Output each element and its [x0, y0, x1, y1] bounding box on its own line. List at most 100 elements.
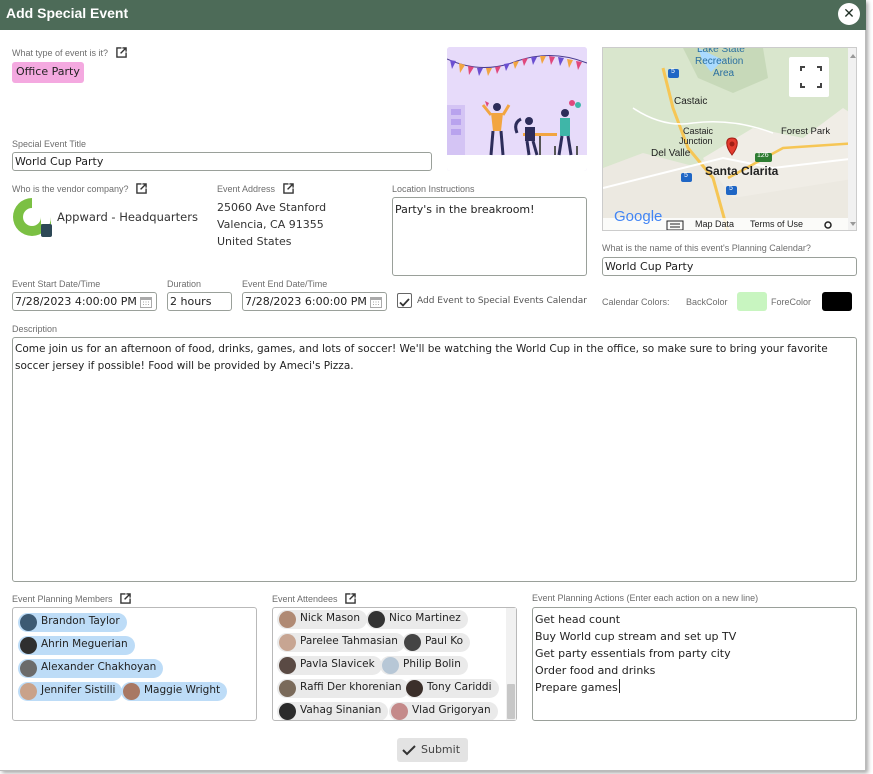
attendee-name: Tony Cariddi	[427, 681, 492, 693]
attendee-chip[interactable]: Philip Bolin	[380, 656, 468, 675]
attendee-chip[interactable]: Tony Cariddi	[404, 679, 499, 698]
attendee-name: Raffi Der khorenian	[300, 681, 402, 693]
attendee-name: Vahag Sinanian	[300, 704, 382, 716]
member-chip[interactable]: Ahrin Meguerian	[18, 636, 135, 655]
back-color-swatch[interactable]	[737, 292, 767, 311]
avatar	[20, 637, 37, 654]
add-to-calendar-checkbox[interactable]	[397, 293, 412, 308]
member-chip[interactable]: Brandon Taylor	[18, 613, 127, 632]
fore-color-swatch[interactable]	[822, 292, 852, 311]
map-label-castaic: Castaic	[674, 96, 708, 107]
attendee-chip[interactable]: Nico Martinez	[366, 610, 468, 629]
attendee-chip[interactable]: Vahag Sinanian	[277, 702, 389, 720]
address-line-3: United States	[217, 235, 292, 248]
avatar	[279, 634, 296, 651]
attendee-name: Nick Mason	[300, 612, 361, 624]
external-link-icon[interactable]	[120, 593, 131, 604]
avatar	[279, 657, 296, 674]
member-chip[interactable]: Jennifer Sistilli	[18, 682, 123, 701]
attendee-chip[interactable]: Vlad Grigoryan	[389, 702, 498, 720]
checkmark-icon	[399, 298, 410, 307]
end-datetime-value: 7/28/2023 6:00:00 PM	[245, 295, 367, 308]
fore-color-label: ForeColor	[771, 297, 812, 307]
attendee-chip[interactable]: Pavla Slavicek	[277, 656, 382, 675]
member-name: Ahrin Meguerian	[41, 638, 128, 650]
attendees-scrollbar-thumb[interactable]	[507, 684, 515, 719]
member-name: Alexander Chakhoyan	[41, 661, 157, 673]
address-line-1: 25060 Ave Stanford	[217, 201, 327, 214]
avatar	[123, 683, 140, 700]
attendee-name: Parelee Tahmasian	[300, 635, 398, 647]
attendees-box[interactable]: Nick Mason Nico Martinez Parelee Tahmasi…	[272, 607, 517, 721]
avatar	[404, 634, 421, 651]
location-instructions-input[interactable]: Party's in the breakroom!	[392, 197, 587, 276]
map-shield-i5-b: 5	[729, 185, 733, 192]
calendar-icon[interactable]	[140, 296, 152, 308]
member-name: Jennifer Sistilli	[41, 684, 116, 696]
planning-calendar-input[interactable]: World Cup Party	[602, 257, 857, 276]
action-line: Get head count	[535, 613, 621, 626]
terms-of-use-link[interactable]: Terms of Use	[750, 219, 803, 229]
attendee-name: Paul Ko	[425, 635, 463, 647]
avatar	[279, 703, 296, 720]
map-data-link[interactable]: Map Data	[695, 219, 734, 229]
location-map[interactable]: Lake State Recreation Area Castaic Casta…	[602, 47, 857, 231]
description-line-1: Come join us for an afternoon of food, d…	[15, 343, 828, 355]
attendee-name: Vlad Grigoryan	[412, 704, 491, 716]
event-type-tag[interactable]: Office Party	[12, 62, 84, 83]
map-label-forest-park: Forest Park	[781, 126, 831, 137]
calendar-icon[interactable]	[370, 296, 382, 308]
external-link-icon[interactable]	[136, 183, 147, 194]
address-label-text: Event Address	[217, 184, 276, 194]
close-button[interactable]: ✕	[838, 3, 860, 25]
external-link-icon[interactable]	[345, 593, 356, 604]
map-label-recreation: Recreation	[695, 56, 744, 67]
member-chip[interactable]: Maggie Wright	[121, 682, 228, 701]
event-title-label: Special Event Title	[12, 139, 87, 149]
start-datetime-label: Event Start Date/Time	[12, 279, 101, 289]
text-caret	[619, 679, 620, 693]
avatar	[20, 660, 37, 677]
member-name: Brandon Taylor	[41, 615, 120, 627]
start-datetime-input[interactable]: 7/28/2023 4:00:00 PM	[12, 292, 157, 311]
office-party-illustration	[447, 47, 587, 171]
member-chip[interactable]: Alexander Chakhoyan	[18, 659, 164, 678]
attendee-chip[interactable]: Raffi Der khorenian	[277, 679, 409, 698]
external-link-icon[interactable]	[282, 183, 294, 194]
attendees-label-text: Event Attendees	[272, 594, 338, 604]
map-shield-126: 126	[757, 152, 769, 159]
attendee-name: Pavla Slavicek	[300, 658, 375, 670]
attendee-chip[interactable]: Nick Mason	[277, 610, 368, 629]
attendee-chip[interactable]: Paul Ko	[402, 633, 470, 652]
avatar	[406, 680, 423, 697]
event-title-input[interactable]: World Cup Party	[12, 152, 432, 171]
vendor-name: Appward - Headquarters	[57, 210, 198, 224]
end-datetime-input[interactable]: 7/28/2023 6:00:00 PM	[242, 292, 387, 311]
description-input[interactable]: Come join us for an afternoon of food, d…	[12, 337, 857, 582]
map-label-area: Area	[713, 68, 735, 79]
end-datetime-label: Event End Date/Time	[242, 279, 328, 289]
avatar	[368, 611, 385, 628]
map-shield-i5-a: 5	[671, 68, 675, 75]
planning-members-label: Event Planning Members	[12, 593, 131, 604]
duration-input[interactable]: 2 hours	[167, 292, 232, 311]
map-label-del-valle: Del Valle	[651, 148, 691, 159]
planning-members-box[interactable]: Brandon Taylor Ahrin Meguerian Alexander…	[12, 607, 257, 721]
external-link-icon[interactable]	[115, 47, 127, 58]
vendor-logo	[12, 196, 52, 238]
avatar	[391, 703, 408, 720]
submit-button[interactable]: Submit	[397, 738, 468, 762]
event-type-label: What type of event is it?	[12, 47, 127, 58]
start-datetime-value: 7/28/2023 4:00:00 PM	[15, 295, 137, 308]
planning-actions-input[interactable]: Get head count Buy World cup stream and …	[532, 607, 857, 721]
address-label: Event Address	[217, 183, 294, 194]
attendee-chip[interactable]: Parelee Tahmasian	[277, 633, 405, 652]
description-line-2: soccer jersey if possible! Food will be …	[15, 360, 354, 372]
add-special-event-dialog: Add Special Event ✕ What type of event i…	[0, 0, 866, 771]
back-color-label: BackColor	[686, 297, 728, 307]
submit-label: Submit	[421, 743, 461, 756]
dialog-title: Add Special Event	[6, 5, 129, 21]
map-label-santa-clarita: Santa Clarita	[705, 164, 779, 178]
attendee-name: Nico Martinez	[389, 612, 461, 624]
planning-members-label-text: Event Planning Members	[12, 594, 113, 604]
